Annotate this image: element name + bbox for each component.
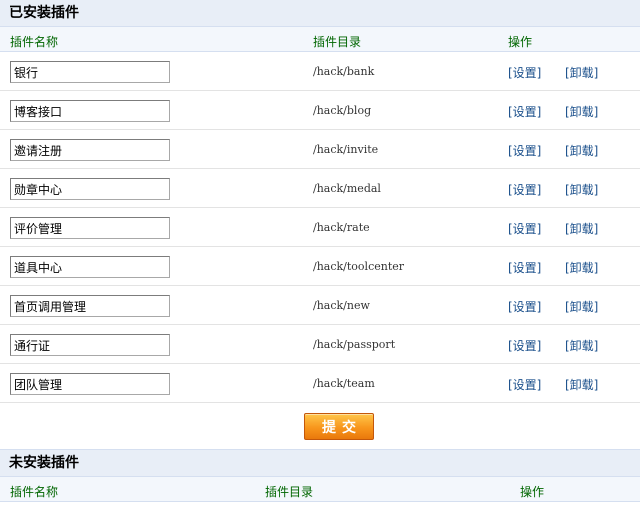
uninstall-link[interactable]: [卸载] (565, 181, 598, 198)
table-row: /hack/passport [设置] [卸载] (0, 325, 640, 364)
uninstall-link[interactable]: [卸载] (565, 142, 598, 159)
table-row: /hack/medal [设置] [卸载] (0, 169, 640, 208)
table-row: /hack/team [设置] [卸载] (0, 364, 640, 403)
uninstall-link[interactable]: [卸载] (565, 259, 598, 276)
setting-link[interactable]: [设置] (508, 337, 541, 354)
plugin-dir: /hack/bank (313, 65, 375, 78)
column-name-header: 插件名称 (10, 485, 59, 499)
plugin-name-input[interactable] (10, 100, 170, 122)
plugin-name-input[interactable] (10, 139, 170, 161)
setting-link[interactable]: [设置] (508, 64, 541, 81)
column-dir-header: 插件目录 (313, 35, 362, 49)
uninstall-link[interactable]: [卸载] (565, 298, 598, 315)
table-row: /hack/new [设置] [卸载] (0, 286, 640, 325)
uninstall-link[interactable]: [卸载] (565, 103, 598, 120)
table-row: /hack/invite [设置] [卸载] (0, 130, 640, 169)
plugin-dir: /hack/new (313, 299, 370, 312)
submit-area: 提交 (0, 403, 640, 449)
column-name-header: 插件名称 (10, 35, 59, 49)
plugin-name-input[interactable] (10, 256, 170, 278)
table-row: /hack/bank [设置] [卸载] (0, 52, 640, 91)
plugin-name-input[interactable] (10, 373, 170, 395)
table-row: /hack/rate [设置] [卸载] (0, 208, 640, 247)
uninstall-link[interactable]: [卸载] (565, 220, 598, 237)
installed-section: 已安装插件 插件名称 插件目录 操作 /hack/bank [设置] [卸载] … (0, 0, 640, 449)
uninstall-link[interactable]: [卸载] (565, 337, 598, 354)
setting-link[interactable]: [设置] (508, 142, 541, 159)
setting-link[interactable]: [设置] (508, 181, 541, 198)
setting-link[interactable]: [设置] (508, 298, 541, 315)
column-ops-header: 操作 (520, 485, 545, 499)
plugin-name-input[interactable] (10, 295, 170, 317)
setting-link[interactable]: [设置] (508, 220, 541, 237)
installed-title: 已安装插件 (0, 0, 640, 27)
installed-table-header: 插件名称 插件目录 操作 (0, 27, 640, 52)
plugin-name-input[interactable] (10, 178, 170, 200)
uninstalled-table-header: 插件名称 插件目录 操作 (0, 477, 640, 502)
plugin-dir: /hack/passport (313, 338, 396, 351)
uninstall-link[interactable]: [卸载] (565, 376, 598, 393)
plugin-name-input[interactable] (10, 61, 170, 83)
setting-link[interactable]: [设置] (508, 259, 541, 276)
plugin-dir: /hack/toolcenter (313, 260, 405, 273)
setting-link[interactable]: [设置] (508, 376, 541, 393)
setting-link[interactable]: [设置] (508, 103, 541, 120)
table-row: /hack/blog [设置] [卸载] (0, 91, 640, 130)
uninstalled-title: 未安装插件 (0, 449, 640, 477)
plugin-dir: /hack/rate (313, 221, 370, 234)
plugin-dir: /hack/medal (313, 182, 381, 195)
uninstall-link[interactable]: [卸载] (565, 64, 598, 81)
plugin-dir: /hack/blog (313, 104, 372, 117)
plugin-dir: /hack/team (313, 377, 375, 390)
uninstalled-section: 未安装插件 插件名称 插件目录 操作 (0, 449, 640, 502)
submit-button[interactable]: 提交 (304, 413, 374, 440)
plugin-name-input[interactable] (10, 334, 170, 356)
plugin-dir: /hack/invite (313, 143, 379, 156)
column-dir-header: 插件目录 (265, 485, 314, 499)
column-ops-header: 操作 (508, 35, 533, 49)
table-row: /hack/toolcenter [设置] [卸载] (0, 247, 640, 286)
plugin-name-input[interactable] (10, 217, 170, 239)
